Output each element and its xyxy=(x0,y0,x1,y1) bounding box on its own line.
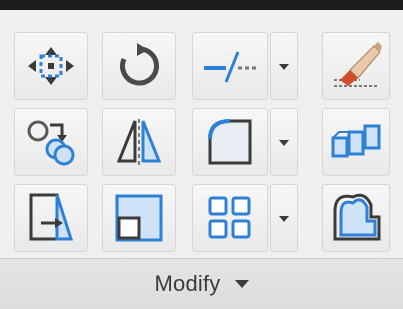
chevron-down-icon xyxy=(279,209,289,227)
stretch-button[interactable] xyxy=(14,184,88,252)
mirror-icon xyxy=(115,117,163,167)
chevron-down-icon xyxy=(234,275,249,293)
erase-button[interactable] xyxy=(322,32,390,100)
explode-button[interactable] xyxy=(322,108,390,176)
trim-button[interactable] xyxy=(192,32,268,100)
offset-icon xyxy=(331,193,381,243)
copy-icon xyxy=(24,117,78,167)
explode-icon xyxy=(329,120,383,164)
move-icon xyxy=(25,44,77,88)
erase-icon xyxy=(330,40,382,92)
fillet-dropdown[interactable] xyxy=(270,108,298,176)
move-button[interactable] xyxy=(14,32,88,100)
panel-footer[interactable]: Modify xyxy=(0,258,403,309)
panel-title: Modify xyxy=(154,271,221,296)
chevron-down-icon xyxy=(279,133,289,151)
rotate-button[interactable] xyxy=(102,32,176,100)
offset-button[interactable] xyxy=(322,184,390,252)
rotate-icon xyxy=(115,42,163,90)
stretch-icon xyxy=(27,191,75,245)
trim-icon xyxy=(202,48,258,84)
chevron-down-icon xyxy=(279,57,289,75)
array-button[interactable] xyxy=(192,184,268,252)
fillet-button[interactable] xyxy=(192,108,268,176)
mirror-button[interactable] xyxy=(102,108,176,176)
array-icon xyxy=(207,195,253,241)
trim-dropdown[interactable] xyxy=(270,32,298,100)
scale-button[interactable] xyxy=(102,184,176,252)
scale-icon xyxy=(113,192,165,244)
fillet-icon xyxy=(204,117,256,167)
copy-button[interactable] xyxy=(14,108,88,176)
top-border xyxy=(0,0,403,10)
array-dropdown[interactable] xyxy=(270,184,298,252)
